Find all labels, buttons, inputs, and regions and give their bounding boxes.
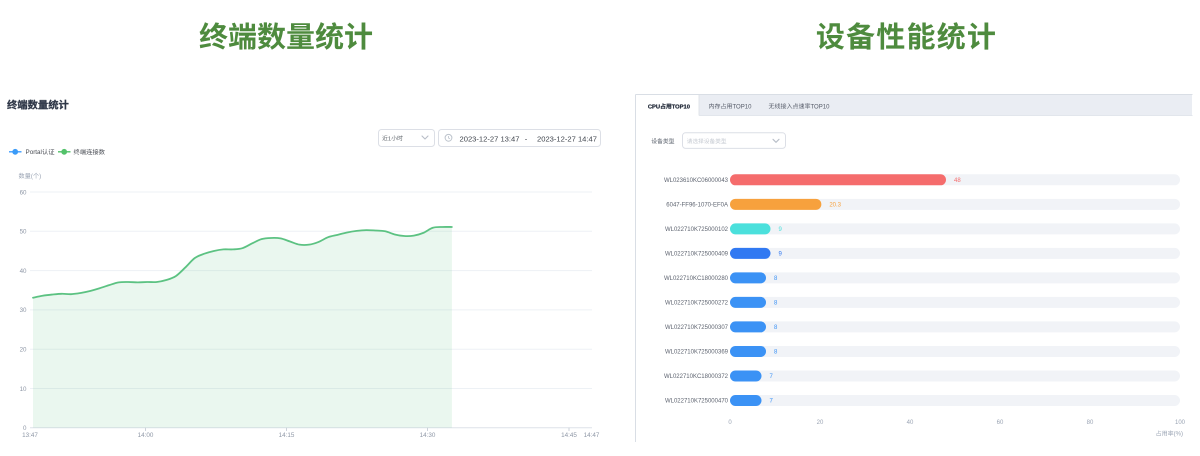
svg-text:50: 50 <box>20 229 27 236</box>
svg-text:80: 80 <box>1087 420 1094 426</box>
svg-text:60: 60 <box>997 420 1004 426</box>
svg-text:48: 48 <box>954 178 961 184</box>
svg-text:40: 40 <box>20 268 27 275</box>
svg-text:14:47: 14:47 <box>584 432 600 439</box>
svg-text:WL022710K725000307: WL022710K725000307 <box>665 325 729 331</box>
svg-text:20: 20 <box>20 347 27 354</box>
svg-text:30: 30 <box>20 307 27 314</box>
svg-text:14:00: 14:00 <box>138 432 154 439</box>
svg-text:WL022710K725000369: WL022710K725000369 <box>665 350 729 356</box>
svg-text:2023-12-27 13:47: 2023-12-27 13:47 <box>460 135 520 144</box>
svg-text:WL022710K725000470: WL022710K725000470 <box>665 399 729 405</box>
svg-text:14:45: 14:45 <box>561 432 577 439</box>
svg-text:TOP10: TOP10 <box>733 104 753 110</box>
svg-text:WL022710K725000102: WL022710K725000102 <box>665 227 729 233</box>
svg-text:Portal: Portal <box>26 149 42 156</box>
svg-text:CPU: CPU <box>648 104 660 110</box>
svg-text:13:47: 13:47 <box>22 432 38 439</box>
svg-text:6047-FF96-1070-EF0A: 6047-FF96-1070-EF0A <box>666 203 728 209</box>
svg-text:TOP10: TOP10 <box>672 104 690 110</box>
svg-text:): ) <box>39 173 41 180</box>
svg-text:WL022710K725000272: WL022710K725000272 <box>665 301 729 307</box>
svg-text:TOP10: TOP10 <box>811 104 831 110</box>
svg-text:14:30: 14:30 <box>420 432 436 439</box>
svg-text:WL023610KC06000043: WL023610KC06000043 <box>664 178 729 184</box>
svg-text:WL022710KC18000372: WL022710KC18000372 <box>664 374 729 380</box>
svg-text:60: 60 <box>20 189 27 196</box>
svg-text:10: 10 <box>20 386 27 393</box>
svg-text:20.3: 20.3 <box>829 203 841 209</box>
svg-text:1: 1 <box>388 136 391 142</box>
svg-text:14:15: 14:15 <box>279 432 295 439</box>
svg-text:20: 20 <box>817 420 824 426</box>
svg-text:40: 40 <box>907 420 914 426</box>
svg-text:WL022710K725000409: WL022710K725000409 <box>665 252 729 258</box>
svg-text:2023-12-27 14:47: 2023-12-27 14:47 <box>537 135 597 144</box>
svg-text:100: 100 <box>1175 420 1186 426</box>
svg-text:WL022710KC18000280: WL022710KC18000280 <box>664 276 729 282</box>
svg-text:(%): (%) <box>1174 432 1183 438</box>
